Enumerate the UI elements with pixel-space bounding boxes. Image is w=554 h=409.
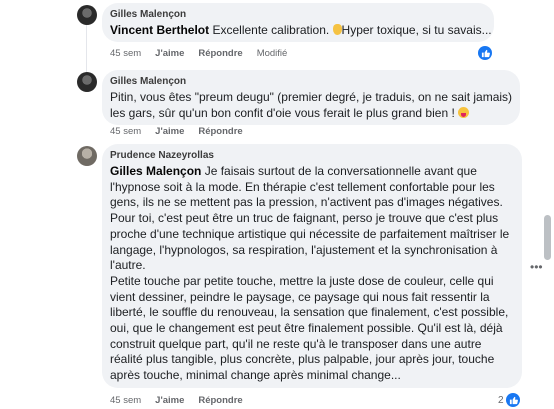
comment-text: Vincent Berthelot Excellente calibration… xyxy=(110,23,492,39)
reaction-count[interactable]: 2 xyxy=(498,395,504,406)
comment-line: vient dessiner, peindre le paysage, ce p… xyxy=(110,289,490,304)
like-button[interactable]: J'aime xyxy=(155,395,184,406)
tongue-out-emoji-icon xyxy=(458,106,470,118)
comment-line: Petite touche par petite touche, mettre … xyxy=(110,273,494,288)
comment-bubble: Gilles Malençon Vincent Berthelot Excell… xyxy=(102,3,494,42)
comment-author[interactable]: Prudence Nazeyrollas xyxy=(110,150,512,162)
comment-text-part: Hyper toxique, si tu savais... xyxy=(341,23,492,37)
comment-timestamp[interactable]: 45 sem xyxy=(110,395,141,406)
comment-line: après touche, minimal change après minim… xyxy=(110,368,401,383)
mention-link[interactable]: Vincent Berthelot xyxy=(110,23,209,37)
mention-link[interactable]: Gilles Malençon xyxy=(110,164,201,178)
more-options-icon[interactable]: ••• xyxy=(530,261,543,273)
comment-line: construit quelque part, qu'il ne reste q… xyxy=(110,336,482,351)
comment-line-text: Je faisais surtout de la conversationnel… xyxy=(201,164,477,178)
like-button[interactable]: J'aime xyxy=(155,48,184,59)
comment-timestamp[interactable]: 45 sem xyxy=(110,48,141,59)
comment-line: réalité plus tangible, plus concrète, pl… xyxy=(110,352,495,367)
thumbs-up-icon[interactable] xyxy=(478,46,492,60)
comment-timestamp[interactable]: 45 sem xyxy=(110,126,141,137)
comment-line: Pitin, vous êtes "preum deugu" (premier … xyxy=(110,90,513,104)
hand-emoji-icon xyxy=(332,24,342,35)
comment-actions: 45 sem J'aime Répondre Modifié xyxy=(110,48,301,60)
reply-button[interactable]: Répondre xyxy=(198,48,242,59)
comment-line: gens, ils ne se mettent pas la pression,… xyxy=(110,195,503,210)
comment-line: langage, l'hypnologos, sa respiration, l… xyxy=(110,242,498,257)
thumbs-up-icon[interactable] xyxy=(506,393,520,407)
comment-author[interactable]: Gilles Malençon xyxy=(110,9,484,21)
comment-text: Pitin, vous êtes "preum deugu" (premier … xyxy=(110,90,513,122)
thread-connector xyxy=(86,22,87,72)
modified-label: Modifié xyxy=(256,48,288,59)
comment-line: liberté, le souffle du renouveau, la sen… xyxy=(110,305,509,320)
avatar[interactable] xyxy=(77,146,97,166)
comment-bubble: Prudence Nazeyrollas Gilles Malençon Je … xyxy=(102,144,522,388)
comment-actions: 45 sem J'aime Répondre xyxy=(110,395,257,407)
comment-text-part: Excellente calibration. xyxy=(209,23,333,37)
reply-button[interactable]: Répondre xyxy=(198,126,242,137)
like-button[interactable]: J'aime xyxy=(155,126,184,137)
comment-line: Gilles Malençon Je faisais surtout de la… xyxy=(110,164,512,180)
comment-text: Gilles Malençon Je faisais surtout de la… xyxy=(110,164,512,384)
avatar[interactable] xyxy=(77,72,97,92)
comment-line: oui, que le changement est peut être fin… xyxy=(110,321,503,336)
avatar[interactable] xyxy=(77,5,97,25)
scrollbar-thumb[interactable] xyxy=(544,215,551,260)
comment-bubble: Gilles Malençon Pitin, vous êtes "preum … xyxy=(102,70,520,125)
comment-line: l'hypnose soit à la mode. En thérapie c'… xyxy=(110,179,495,194)
comment-line: les gars, sûr qu'un bon confit d'oie vou… xyxy=(110,106,510,122)
comment-line: proche d'une technique artistique qui né… xyxy=(110,226,510,241)
comment-line: Pour toi, c'est peut être un truc de fai… xyxy=(110,211,499,226)
comment-line: l'autre. xyxy=(110,258,146,273)
comment-actions: 45 sem J'aime Répondre xyxy=(110,126,257,138)
reply-button[interactable]: Répondre xyxy=(198,395,242,406)
comment-author[interactable]: Gilles Malençon xyxy=(110,76,510,88)
comment-line-text: les gars, sûr qu'un bon confit d'oie vou… xyxy=(110,105,459,120)
